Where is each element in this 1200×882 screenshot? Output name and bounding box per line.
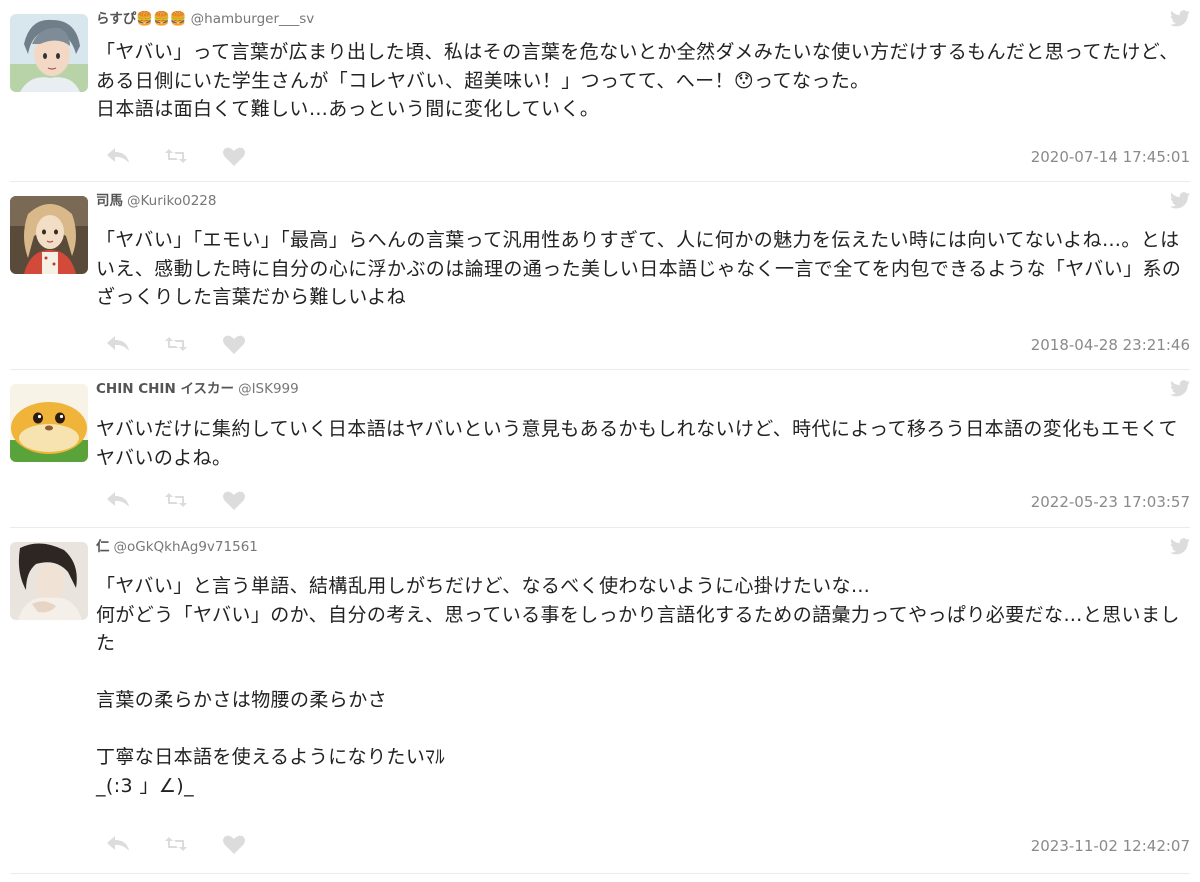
reply-icon[interactable] xyxy=(106,834,130,854)
heart-icon[interactable] xyxy=(222,146,246,166)
author-handle[interactable]: @ISK999 xyxy=(238,381,299,397)
tweet-timestamp[interactable]: 2022-05-23 17:03:57 xyxy=(1031,493,1190,511)
tweet-actions xyxy=(106,834,246,854)
tweet-card: らすぴ🍔🍔🍔 @hamburger___sv 「ヤバい」って言葉が広まり出した頃、… xyxy=(10,0,1190,182)
tweet-text: 「ヤバい」って言葉が広まり出した頃、私はその言葉を危ないとか全然ダメみたいな使い… xyxy=(96,41,1179,120)
author-handle[interactable]: @oGkQkhAg9v71561 xyxy=(114,539,258,555)
author-handle[interactable]: @Kuriko0228 xyxy=(127,193,217,209)
tweet-header: CHIN CHIN イスカー @ISK999 xyxy=(96,379,299,399)
heart-icon[interactable] xyxy=(222,490,246,510)
twitter-bird-icon[interactable] xyxy=(1170,538,1190,556)
author-name[interactable]: 司馬 xyxy=(96,193,123,209)
retweet-icon[interactable] xyxy=(164,146,188,166)
author-name[interactable]: CHIN CHIN イスカー xyxy=(96,381,234,397)
reply-icon[interactable] xyxy=(106,334,130,354)
tweet-actions xyxy=(106,490,246,510)
tweet-timestamp[interactable]: 2020-07-14 17:45:01 xyxy=(1031,148,1190,166)
tweet-timestamp[interactable]: 2018-04-28 23:21:46 xyxy=(1031,336,1190,354)
tweet-actions xyxy=(106,334,246,354)
twitter-bird-icon[interactable] xyxy=(1170,10,1190,28)
tweet-card: 仁 @oGkQkhAg9v71561 「ヤバい」と言う単語、結構乱用しがちだけど、… xyxy=(10,528,1190,874)
tweet-actions xyxy=(106,146,246,166)
avatar[interactable] xyxy=(10,196,88,274)
tweet-text: ヤバいだけに集約していく日本語はヤバいという意見もあるかもしれないけど、時代によ… xyxy=(96,418,1179,469)
twitter-bird-icon[interactable] xyxy=(1170,380,1190,398)
tweet-header: らすぴ🍔🍔🍔 @hamburger___sv xyxy=(96,9,314,29)
avatar[interactable] xyxy=(10,14,88,92)
avatar[interactable] xyxy=(10,542,88,620)
tweet-header: 司馬 @Kuriko0228 xyxy=(96,191,217,211)
author-name[interactable]: 仁 xyxy=(96,539,110,555)
tweet-timestamp[interactable]: 2023-11-02 12:42:07 xyxy=(1031,837,1190,855)
tweet-header: 仁 @oGkQkhAg9v71561 xyxy=(96,537,258,557)
tweet-card: CHIN CHIN イスカー @ISK999 ヤバいだけに集約していく日本語はヤバ… xyxy=(10,370,1190,528)
author-name[interactable]: らすぴ🍔🍔🍔 xyxy=(96,11,187,27)
twitter-bird-icon[interactable] xyxy=(1170,192,1190,210)
tweet-feed: らすぴ🍔🍔🍔 @hamburger___sv 「ヤバい」って言葉が広まり出した頃、… xyxy=(0,0,1200,874)
retweet-icon[interactable] xyxy=(164,334,188,354)
retweet-icon[interactable] xyxy=(164,834,188,854)
tweet-card: 司馬 @Kuriko0228 「ヤバい」「エモい」「最高」らへんの言葉って汎用性あ… xyxy=(10,182,1190,370)
tweet-text: 「ヤバい」と言う単語、結構乱用しがちだけど、なるべく使わないように心掛けたいな…… xyxy=(96,575,1180,797)
author-handle[interactable]: @hamburger___sv xyxy=(191,11,315,27)
reply-icon[interactable] xyxy=(106,146,130,166)
avatar[interactable] xyxy=(10,384,88,462)
heart-icon[interactable] xyxy=(222,834,246,854)
retweet-icon[interactable] xyxy=(164,490,188,510)
heart-icon[interactable] xyxy=(222,334,246,354)
tweet-text: 「ヤバい」「エモい」「最高」らへんの言葉って汎用性ありすぎて、人に何かの魅力を伝… xyxy=(96,229,1182,308)
reply-icon[interactable] xyxy=(106,490,130,510)
